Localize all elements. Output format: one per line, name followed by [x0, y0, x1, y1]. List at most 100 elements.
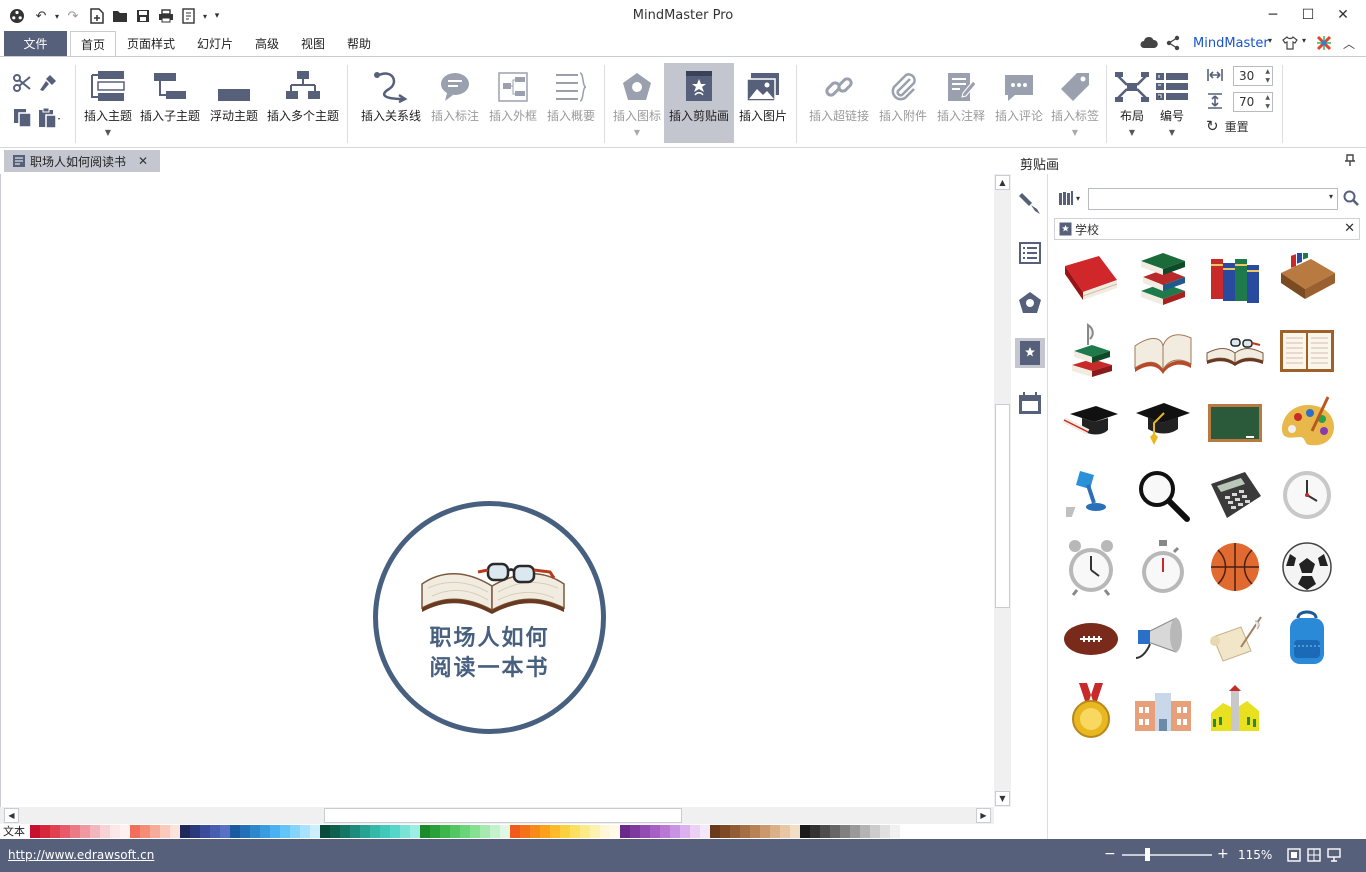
insert-boundary-button[interactable]: 插入外框 [486, 63, 540, 143]
close-category-icon[interactable]: ✕ [1344, 221, 1355, 236]
chevron-down-icon[interactable]: ▼ [105, 128, 111, 137]
chevron-down-icon[interactable]: ▼ [1072, 128, 1078, 137]
insert-multiple-topics-button[interactable]: 插入多个主题 [266, 63, 340, 143]
clipart-backpack[interactable] [1276, 608, 1338, 670]
color-swatch[interactable] [640, 825, 650, 838]
customize-toolbar-icon[interactable]: ▾ [208, 7, 226, 25]
format-painter-icon[interactable] [38, 73, 58, 96]
color-swatch[interactable] [250, 825, 260, 838]
color-swatch[interactable] [360, 825, 370, 838]
numbering-button[interactable]: 编号 ▼ [1152, 63, 1192, 143]
insert-subtopic-button[interactable]: 插入子主题 [138, 63, 202, 143]
scroll-down-icon[interactable]: ▼ [995, 791, 1010, 806]
color-swatch[interactable] [200, 825, 210, 838]
color-swatch[interactable] [780, 825, 790, 838]
copy-icon[interactable] [12, 107, 34, 132]
vertical-scroll-thumb[interactable] [995, 404, 1010, 608]
color-swatch[interactable] [180, 825, 190, 838]
color-swatch[interactable] [320, 825, 330, 838]
color-swatch[interactable] [270, 825, 280, 838]
color-swatch[interactable] [730, 825, 740, 838]
color-swatch[interactable] [720, 825, 730, 838]
clipart-castle-school[interactable] [1204, 680, 1266, 742]
chevron-down-icon[interactable]: ▾ [1329, 192, 1333, 201]
insert-comment-button[interactable]: 插入评论 [992, 63, 1046, 143]
tab-help[interactable]: 帮助 [339, 31, 379, 56]
insert-icon-button[interactable]: 插入图标 ▼ [610, 63, 664, 143]
insert-relationship-button[interactable]: 插入关系线 [358, 63, 424, 143]
zoom-slider[interactable] [1122, 848, 1212, 861]
color-swatch[interactable] [40, 825, 50, 838]
color-swatch[interactable] [50, 825, 60, 838]
clipart-open-book[interactable] [1132, 320, 1194, 382]
redo-icon[interactable]: ↷ [64, 7, 82, 25]
color-swatch[interactable] [860, 825, 870, 838]
color-swatch[interactable] [470, 825, 480, 838]
chevron-down-icon[interactable]: ▼ [1129, 128, 1135, 137]
color-swatch[interactable] [30, 825, 40, 838]
color-swatch[interactable] [230, 825, 240, 838]
color-swatch[interactable] [260, 825, 270, 838]
tab-page-style[interactable]: 页面样式 [120, 31, 182, 56]
color-swatch[interactable] [490, 825, 500, 838]
color-swatch[interactable] [670, 825, 680, 838]
color-swatch[interactable] [650, 825, 660, 838]
document-tab[interactable]: 职场人如何阅读书 ✕ [4, 150, 160, 172]
color-swatches[interactable] [30, 825, 910, 838]
color-swatch[interactable] [550, 825, 560, 838]
zoom-out-icon[interactable]: − [1104, 846, 1116, 862]
color-swatch[interactable] [440, 825, 450, 838]
color-swatch[interactable] [430, 825, 440, 838]
color-swatch[interactable] [580, 825, 590, 838]
color-swatch[interactable] [240, 825, 250, 838]
clipart-open-book-glasses[interactable] [1204, 320, 1266, 382]
color-swatch[interactable] [620, 825, 630, 838]
new-file-icon[interactable] [88, 7, 106, 25]
clipart-alarm-clock[interactable] [1060, 536, 1122, 598]
color-swatch[interactable] [820, 825, 830, 838]
open-file-icon[interactable] [111, 7, 129, 25]
insert-attachment-button[interactable]: 插入附件 [876, 63, 930, 143]
color-swatch[interactable] [190, 825, 200, 838]
print-icon[interactable] [157, 7, 175, 25]
color-swatch[interactable] [510, 825, 520, 838]
color-swatch[interactable] [290, 825, 300, 838]
color-swatch[interactable] [700, 825, 710, 838]
color-swatch[interactable] [330, 825, 340, 838]
color-swatch[interactable] [680, 825, 690, 838]
layout-button[interactable]: 布局 ▼ [1112, 63, 1152, 143]
clipart-stopwatch[interactable] [1132, 536, 1194, 598]
color-swatch[interactable] [500, 825, 510, 838]
close-tab-icon[interactable]: ✕ [138, 154, 148, 168]
minimize-icon[interactable]: ─ [1258, 4, 1288, 26]
icon-library-tool[interactable] [1015, 288, 1045, 318]
color-swatch[interactable] [60, 825, 70, 838]
color-swatch[interactable] [810, 825, 820, 838]
clipart-bookshelf[interactable] [1276, 248, 1338, 310]
website-link[interactable]: http://www.edrawsoft.cn [8, 848, 154, 862]
color-swatch[interactable] [770, 825, 780, 838]
reset-button[interactable]: ↻ 重置 [1206, 117, 1249, 135]
tab-slideshow[interactable]: 幻灯片 [188, 31, 242, 56]
clipart-magnifying-glass[interactable] [1132, 464, 1194, 526]
floating-topic-button[interactable]: 浮动主题 [206, 63, 262, 143]
account-name[interactable]: MindMaster [1193, 36, 1269, 51]
clipart-soccer-ball[interactable] [1276, 536, 1338, 598]
scroll-right-icon[interactable]: ▶ [976, 808, 991, 823]
clipart-gold-medal[interactable] [1060, 680, 1122, 742]
color-swatch[interactable] [410, 825, 420, 838]
color-swatch[interactable] [520, 825, 530, 838]
color-swatch[interactable] [460, 825, 470, 838]
insert-hyperlink-button[interactable]: 插入超链接 [806, 63, 872, 143]
tab-view[interactable]: 视图 [293, 31, 333, 56]
color-swatch[interactable] [870, 825, 880, 838]
color-swatch[interactable] [80, 825, 90, 838]
clipart-graduation-cap-diploma[interactable] [1060, 392, 1122, 454]
color-swatch[interactable] [150, 825, 160, 838]
file-menu[interactable]: 文件 [4, 31, 67, 56]
insert-summary-button[interactable]: 插入概要 [544, 63, 598, 143]
maximize-icon[interactable]: ☐ [1293, 4, 1323, 26]
insert-topic-button[interactable]: 插入主题 ▼ [82, 63, 134, 143]
theme-shirt-icon[interactable] [1282, 36, 1298, 53]
color-swatch[interactable] [530, 825, 540, 838]
